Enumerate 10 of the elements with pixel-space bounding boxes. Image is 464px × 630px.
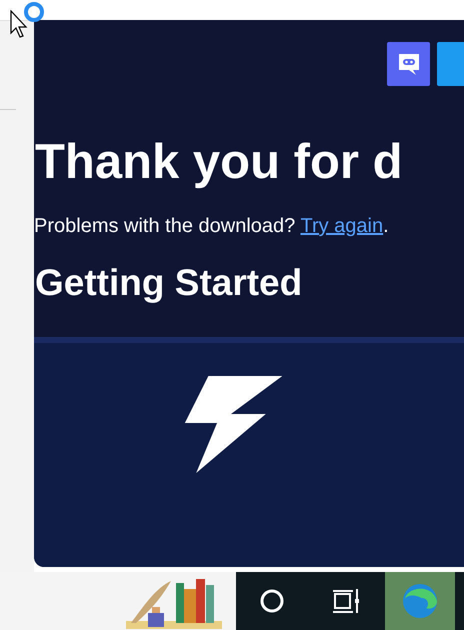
circle-icon[interactable] [259,588,285,614]
lightning-icon [184,376,282,473]
loading-ring-icon [23,1,45,23]
download-problem-text: Problems with the download? Try again. [34,215,389,238]
section-heading: Getting Started [35,264,302,301]
page-heading: Thank you for d [35,138,402,187]
try-again-link[interactable]: Try again [300,215,384,237]
cursor-icon [10,10,30,40]
discord-button[interactable] [387,42,430,86]
task-view-icon[interactable] [332,588,360,614]
